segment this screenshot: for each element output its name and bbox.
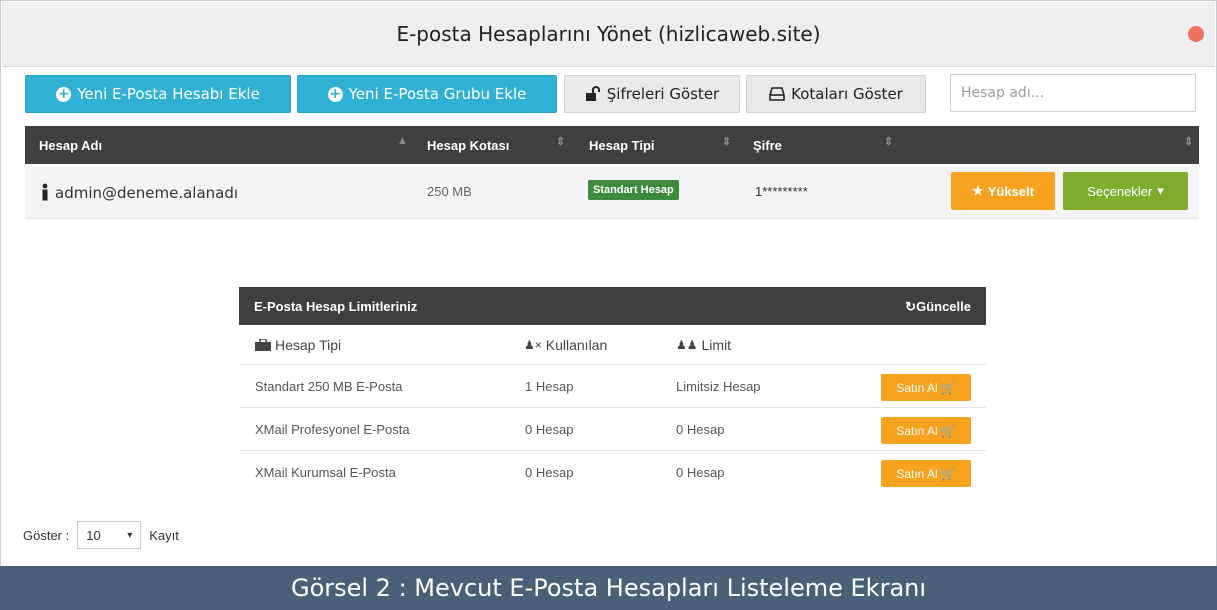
hdd-icon	[769, 87, 785, 101]
limit-value: Limitsiz Hesap	[676, 379, 761, 394]
users-icon: ♟♟	[676, 338, 698, 352]
upgrade-label: Yükselt	[987, 183, 1034, 199]
show-passwords-label: Şifreleri Göster	[606, 85, 720, 103]
limit-type: XMail Kurumsal E-Posta	[255, 465, 396, 480]
buy-button[interactable]: Satın Al 🛒	[881, 417, 971, 444]
show-label: Göster :	[23, 527, 70, 543]
refresh-icon: ↻	[905, 299, 917, 314]
unlock-icon	[585, 86, 600, 101]
user-times-icon: ♟×	[524, 338, 542, 352]
column-password[interactable]: Şifre	[753, 138, 782, 153]
refresh-label: Güncelle	[916, 299, 971, 314]
window-titlebar: E-posta Hesaplarını Yönet (hizlicaweb.si…	[2, 2, 1215, 67]
options-dropdown-button[interactable]: Seçenekler ▾	[1063, 172, 1188, 210]
caret-down-icon: ▾	[127, 529, 133, 541]
accounts-table-header: Hesap Adı ▲ Hesap Kotası ⇕ Hesap Tipi ⇕ …	[25, 126, 1199, 164]
buy-button[interactable]: Satın Al 🛒	[881, 374, 971, 401]
cart-icon: 🛒	[940, 423, 956, 438]
plus-circle-icon: +	[56, 86, 72, 102]
add-email-group-label: Yeni E-Posta Grubu Ekle	[348, 85, 527, 103]
limits-row: Standart 250 MB E-Posta 1 Hesap Limitsiz…	[239, 364, 986, 408]
account-limits-panel: E-Posta Hesap Limitleriniz ↻Güncelle Hes…	[239, 287, 986, 495]
table-row: admin@deneme.alanadı 250 MB Standart Hes…	[25, 166, 1199, 219]
show-quotas-button[interactable]: Kotaları Göster	[746, 75, 926, 113]
limit-type: XMail Profesyonel E-Posta	[255, 422, 410, 437]
page-size-select[interactable]: 10 ▾	[77, 521, 142, 549]
buy-label: Satın Al	[896, 466, 938, 481]
sort-icon[interactable]: ⇕	[722, 135, 731, 148]
add-email-group-button[interactable]: + Yeni E-Posta Grubu Ekle	[297, 75, 557, 113]
figure-caption: Görsel 2 : Mevcut E-Posta Hesapları List…	[0, 566, 1217, 610]
sort-icon[interactable]: ⇕	[884, 135, 893, 148]
column-account-quota[interactable]: Hesap Kotası	[427, 138, 509, 153]
pagination-footer: Göster : 10 ▾ Kayıt	[23, 521, 179, 549]
limit-value: 0 Hesap	[676, 422, 725, 437]
sort-up-icon[interactable]: ▲	[397, 135, 408, 147]
show-passwords-button[interactable]: Şifreleri Göster	[564, 75, 740, 113]
refresh-button[interactable]: ↻Güncelle	[905, 299, 971, 315]
cart-icon: 🛒	[940, 466, 956, 481]
caret-down-icon: ▾	[1157, 183, 1164, 198]
options-label: Seçenekler	[1087, 183, 1153, 199]
column-account-name[interactable]: Hesap Adı	[39, 138, 102, 153]
plus-circle-icon: +	[327, 86, 343, 102]
limit-type: Standart 250 MB E-Posta	[255, 379, 403, 394]
limit-used: 1 Hesap	[525, 379, 574, 394]
show-quotas-label: Kotaları Göster	[791, 85, 903, 103]
limits-row: XMail Profesyonel E-Posta 0 Hesap 0 Hesa…	[239, 407, 986, 451]
close-dot-icon[interactable]	[1188, 26, 1204, 42]
limits-col-limit: ♟♟ Limit	[676, 337, 731, 353]
column-account-type[interactable]: Hesap Tipi	[589, 138, 655, 153]
limits-col-type: Hesap Tipi	[255, 337, 341, 353]
account-quota: 250 MB	[427, 184, 472, 199]
account-password: 1*********	[755, 184, 808, 199]
buy-label: Satın Al	[896, 380, 938, 395]
star-icon: ★	[972, 183, 984, 198]
limits-row: XMail Kurumsal E-Posta 0 Hesap 0 Hesap S…	[239, 450, 986, 494]
sort-icon[interactable]: ⇕	[1184, 135, 1193, 148]
add-email-account-button[interactable]: + Yeni E-Posta Hesabı Ekle	[25, 75, 291, 113]
limits-panel-header: E-Posta Hesap Limitleriniz ↻Güncelle	[239, 287, 986, 325]
page-size-value: 10	[86, 527, 101, 543]
limits-col-type-label: Hesap Tipi	[275, 337, 342, 353]
records-label: Kayıt	[149, 527, 179, 543]
add-email-account-label: Yeni E-Posta Hesabı Ekle	[77, 85, 260, 103]
account-search-input[interactable]	[950, 74, 1196, 112]
window-title: E-posta Hesaplarını Yönet (hizlicaweb.si…	[396, 22, 821, 46]
cart-icon: 🛒	[940, 380, 956, 395]
limit-value: 0 Hesap	[676, 465, 725, 480]
buy-label: Satın Al	[896, 423, 938, 438]
user-icon	[42, 183, 48, 201]
limit-used: 0 Hesap	[525, 422, 574, 437]
sort-icon[interactable]: ⇕	[556, 135, 565, 148]
briefcase-icon	[255, 339, 271, 351]
account-type-badge: Standart Hesap	[588, 180, 679, 200]
account-name: admin@deneme.alanadı	[55, 184, 239, 202]
limit-used: 0 Hesap	[525, 465, 574, 480]
limits-col-used-label: Kullanılan	[545, 337, 608, 353]
limits-panel-title: E-Posta Hesap Limitleriniz	[254, 299, 418, 314]
email-accounts-window: E-posta Hesaplarını Yönet (hizlicaweb.si…	[0, 0, 1217, 568]
upgrade-button[interactable]: ★ Yükselt	[951, 172, 1055, 210]
buy-button[interactable]: Satın Al 🛒	[881, 460, 971, 487]
limits-col-limit-label: Limit	[701, 337, 732, 353]
limits-col-used: ♟× Kullanılan	[524, 337, 607, 353]
